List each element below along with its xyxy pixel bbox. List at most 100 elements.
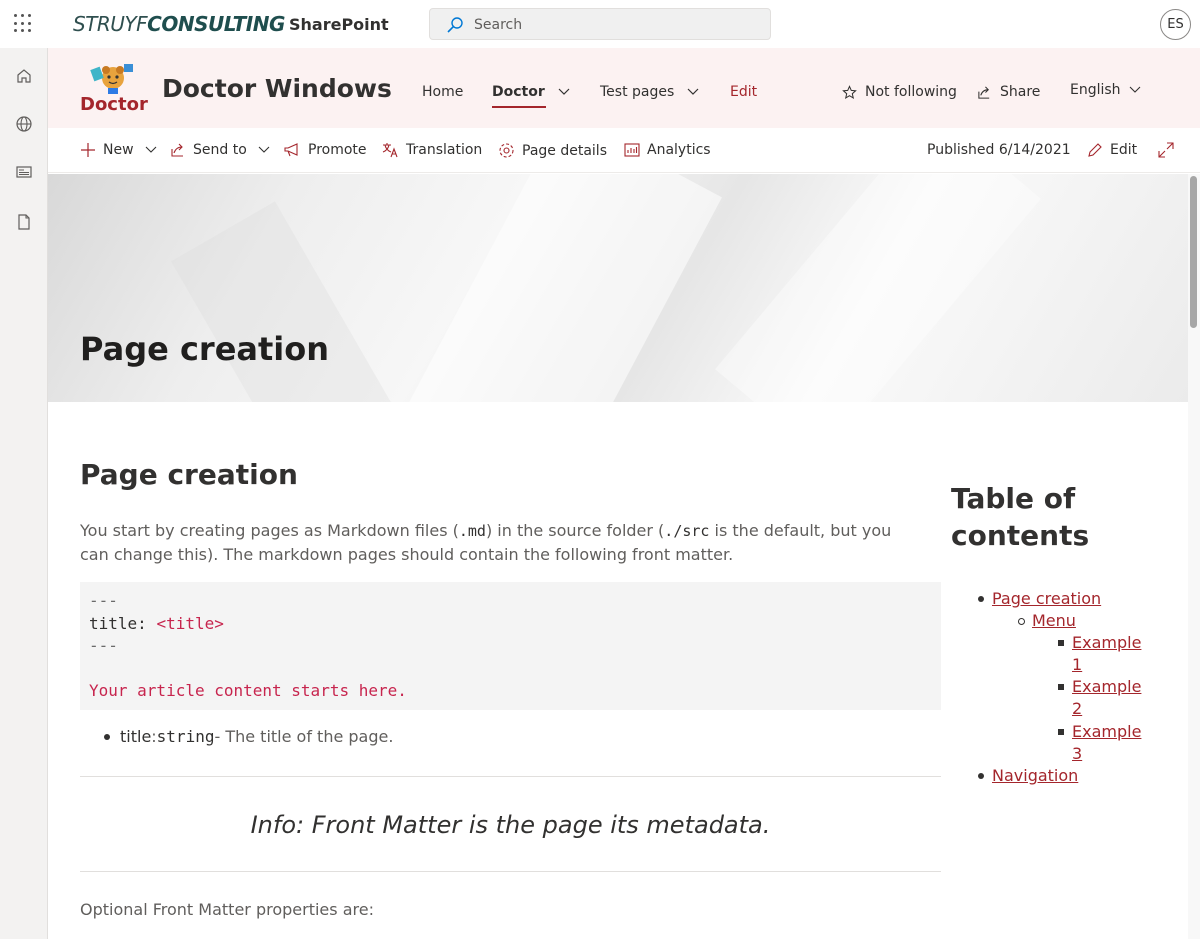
language-label: English	[1070, 82, 1121, 98]
share-button[interactable]: Share	[977, 84, 1040, 100]
optional-properties-text: Optional Front Matter properties are:	[80, 900, 374, 919]
company-logo[interactable]: STRUYFCONSULTING	[73, 12, 285, 36]
code-line: title: <title>	[89, 613, 932, 636]
analytics-button[interactable]: Analytics	[624, 142, 711, 158]
toc-title: Table of contents	[951, 482, 1090, 552]
brand-part-1: STRUYF	[73, 12, 148, 36]
bullet-circle	[1018, 618, 1025, 625]
nav-test-pages[interactable]: Test pages	[600, 84, 699, 100]
toc-link-navigation[interactable]: Navigation	[992, 765, 1078, 787]
brand-part-2: CONSULTING	[147, 12, 285, 36]
promote-button[interactable]: Promote	[284, 142, 367, 158]
toc-link-page-creation[interactable]: Page creation	[992, 588, 1101, 610]
site-header: Doctor Doctor Windows Home Doctor Test p…	[48, 48, 1200, 128]
code-block: --- title: <title> --- Your article cont…	[80, 582, 941, 710]
list-item: title: string - The title of the page.	[104, 727, 941, 746]
search-icon	[447, 17, 463, 33]
nav-test-pages-label: Test pages	[600, 84, 675, 100]
share-icon	[171, 143, 183, 157]
chevron-down-icon	[145, 146, 156, 153]
new-button[interactable]: New	[80, 142, 157, 158]
news-icon[interactable]	[14, 162, 34, 182]
bullet-dot	[978, 773, 984, 779]
hero-decoration	[715, 174, 1041, 402]
page-icon[interactable]	[14, 212, 34, 232]
toc-link-example-2[interactable]: Example 2	[1072, 676, 1148, 720]
megaphone-icon	[284, 143, 298, 157]
page-details-label: Page details	[522, 142, 607, 159]
gear-icon	[499, 143, 514, 158]
nav-home[interactable]: Home	[422, 84, 463, 100]
analytics-label: Analytics	[647, 142, 711, 158]
table-of-contents: Table of contents Page creation Menu Exa…	[951, 480, 1156, 788]
promote-label: Promote	[308, 142, 367, 158]
nav-home-label: Home	[422, 84, 464, 100]
plus-icon	[81, 143, 95, 157]
nav-active-underline	[492, 106, 546, 108]
info-callout: Info: Front Matter is the page its metad…	[250, 811, 771, 839]
follow-label: Not following	[865, 84, 957, 100]
user-avatar[interactable]: ES	[1160, 9, 1191, 40]
site-title[interactable]: Doctor Windows	[162, 74, 392, 103]
nav-edit-link[interactable]: Edit	[730, 84, 757, 100]
follow-button[interactable]: Not following	[842, 84, 957, 100]
app-launcher-icon[interactable]	[14, 14, 34, 34]
globe-icon[interactable]	[14, 114, 34, 134]
command-bar: New Send to Promote Translation Page det…	[48, 128, 1200, 173]
divider	[80, 871, 941, 872]
translation-button[interactable]: Translation	[382, 142, 482, 158]
page-scrollbar[interactable]	[1188, 174, 1200, 939]
intro-code: .md	[458, 522, 486, 540]
code-line: Your article content starts here.	[89, 681, 407, 700]
property-name: title	[120, 727, 152, 746]
nav-doctor[interactable]: Doctor	[492, 84, 570, 108]
bullet-dot	[978, 596, 984, 602]
bullet-square	[1058, 684, 1064, 690]
share-label: Share	[1000, 84, 1041, 100]
published-status: Published 6/14/2021	[927, 142, 1071, 158]
code-key: title:	[89, 613, 157, 633]
bullet-square	[1058, 640, 1064, 646]
new-label: New	[103, 142, 134, 158]
article-intro: You start by creating pages as Markdown …	[80, 519, 920, 566]
code-line: ---	[89, 636, 118, 655]
hero-title: Page creation	[80, 330, 330, 368]
page-details-button[interactable]: Page details	[498, 142, 607, 159]
site-logo[interactable]: Doctor	[80, 62, 148, 115]
star-icon	[842, 84, 857, 99]
search-input[interactable]: Search	[429, 8, 771, 40]
translate-icon	[382, 143, 398, 158]
toc-list: Page creation Menu Example 1 Example 2 E…	[951, 588, 1156, 788]
chart-icon	[624, 143, 640, 157]
language-selector[interactable]: English	[1070, 82, 1141, 98]
property-type: string	[156, 727, 215, 746]
send-to-label: Send to	[193, 142, 247, 158]
toc-link-menu[interactable]: Menu	[1032, 610, 1076, 632]
nav-edit-label: Edit	[730, 84, 758, 100]
intro-code: ./src	[664, 522, 710, 540]
hero-decoration	[171, 201, 405, 402]
pencil-icon	[1088, 143, 1102, 157]
published-label: Published 6/14/2021	[927, 142, 1071, 158]
send-to-button[interactable]: Send to	[170, 142, 270, 158]
toc-link-example-3[interactable]: Example 3	[1072, 721, 1148, 765]
hero-decoration	[394, 174, 722, 402]
translation-label: Translation	[406, 142, 483, 158]
toc-link-example-1[interactable]: Example 1	[1072, 632, 1148, 676]
chevron-down-icon	[258, 146, 270, 153]
sharepoint-link[interactable]: SharePoint	[289, 15, 389, 34]
hero-banner: Page creation	[48, 174, 1188, 402]
nav-doctor-label: Doctor	[492, 84, 545, 100]
search-placeholder: Search	[474, 17, 523, 33]
home-icon[interactable]	[14, 66, 34, 86]
edit-page-button[interactable]: Edit	[1087, 142, 1137, 158]
bullet-dot	[104, 733, 110, 740]
intro-text: You start by creating pages as Markdown …	[80, 521, 459, 540]
intro-text: ) in the source folder (	[485, 521, 665, 540]
article-heading: Page creation	[80, 458, 298, 491]
scrollbar-thumb[interactable]	[1190, 176, 1197, 328]
expand-button[interactable]	[1158, 142, 1174, 158]
chevron-down-icon	[687, 88, 699, 95]
chevron-down-icon	[558, 88, 570, 95]
